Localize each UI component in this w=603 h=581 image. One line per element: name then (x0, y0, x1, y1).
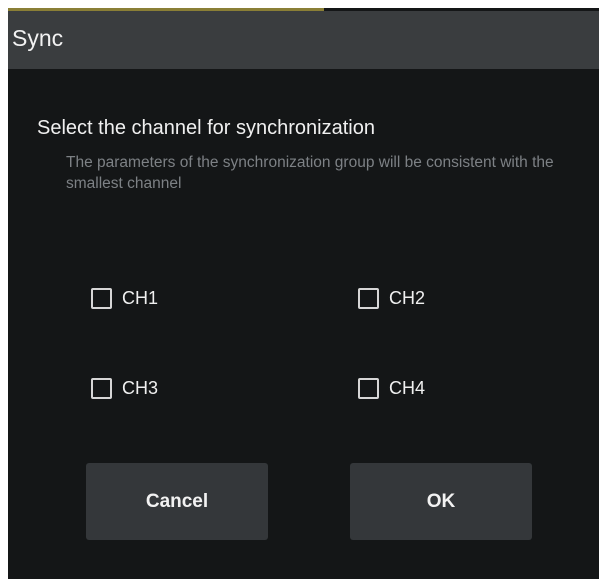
channel-label: CH2 (389, 288, 426, 308)
channel-label: CH1 (122, 288, 159, 308)
dialog-heading: Select the channel for synchronization (37, 117, 375, 139)
channel-label: CH3 (122, 378, 159, 398)
dialog-description: The parameters of the synchronization gr… (66, 154, 554, 192)
channel-option-ch2[interactable]: CH2 (358, 288, 425, 309)
checkbox-unchecked-icon[interactable] (358, 378, 379, 399)
sync-dialog: Sync Select the channel for synchronizat… (8, 8, 599, 579)
checkbox-unchecked-icon[interactable] (358, 288, 379, 309)
checkbox-unchecked-icon[interactable] (91, 288, 112, 309)
cancel-button[interactable]: Cancel (86, 463, 268, 540)
ok-button[interactable]: OK (350, 463, 532, 540)
dialog-title: Sync (12, 25, 64, 51)
channel-option-ch4[interactable]: CH4 (358, 378, 425, 399)
title-bar: Sync (8, 11, 599, 69)
channel-option-ch1[interactable]: CH1 (91, 288, 158, 309)
channel-option-ch3[interactable]: CH3 (91, 378, 158, 399)
checkbox-unchecked-icon[interactable] (91, 378, 112, 399)
channel-label: CH4 (389, 378, 426, 398)
